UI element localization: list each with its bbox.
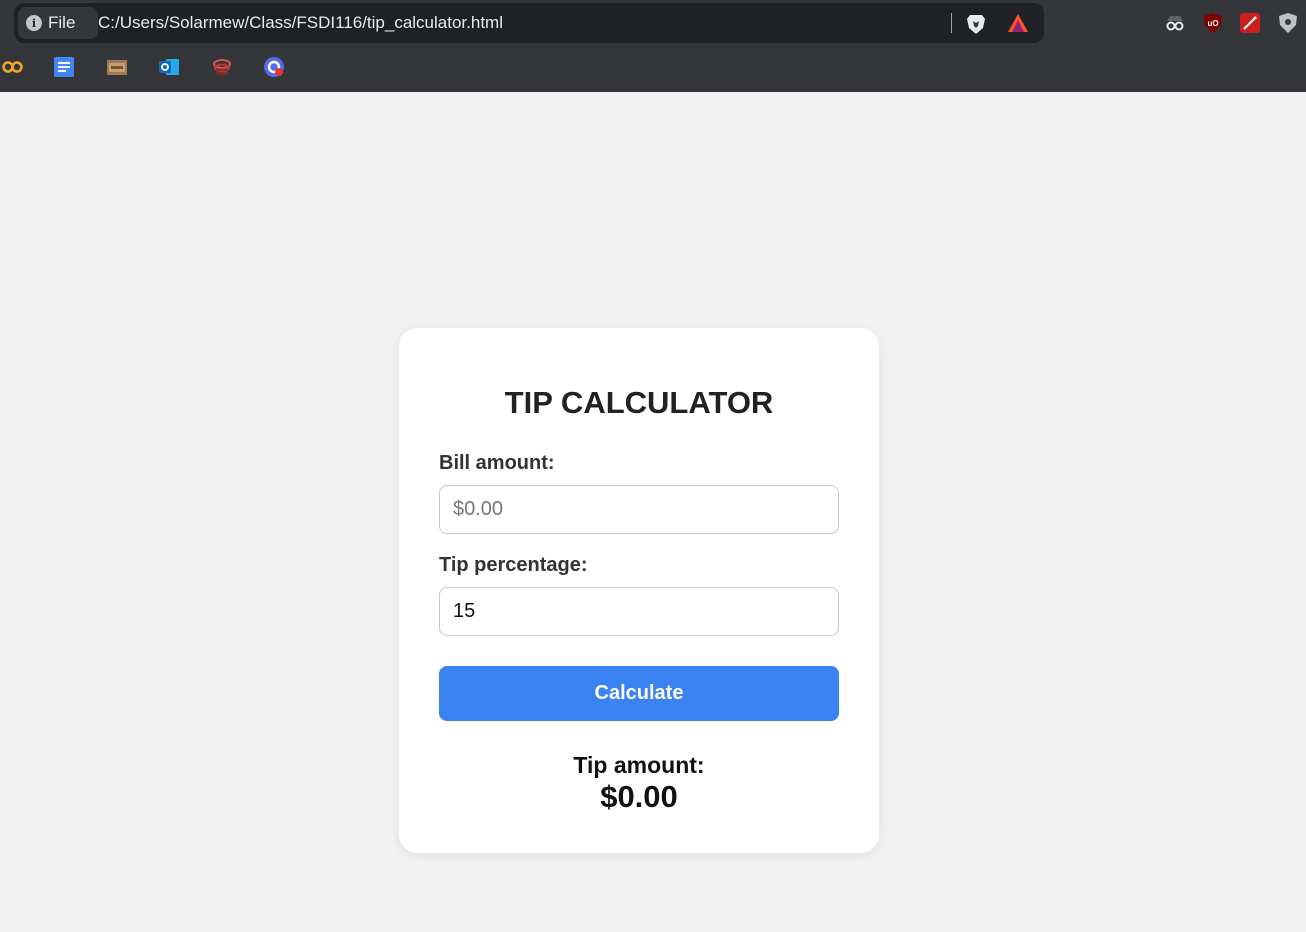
site-info-label: File	[48, 13, 76, 32]
outlook-icon[interactable]	[158, 56, 180, 78]
brave-shields-icon[interactable]	[966, 13, 986, 35]
calculator-card: TIP CALCULATOR Bill amount: Tip percenta…	[399, 328, 879, 853]
omnibox-divider	[951, 13, 952, 33]
tip-percentage-label: Tip percentage:	[439, 554, 588, 576]
bookmarks-bar	[0, 56, 320, 80]
address-bar[interactable]: i File C:/Users/Solarmew/Class/FSDI116/t…	[14, 3, 1044, 43]
google-docs-icon[interactable]	[53, 56, 75, 78]
info-icon: i	[26, 15, 42, 31]
spy-icon[interactable]	[1164, 12, 1186, 34]
calculate-button[interactable]: Calculate	[439, 666, 839, 721]
shield-icon[interactable]	[1277, 12, 1299, 34]
svg-text:uO: uO	[1207, 19, 1218, 28]
page-title: TIP CALCULATOR	[504, 385, 774, 420]
coursera-icon[interactable]	[2, 56, 24, 78]
lego-icon[interactable]	[106, 56, 128, 78]
bill-amount-input[interactable]	[439, 485, 839, 534]
bill-amount-label: Bill amount:	[439, 452, 555, 474]
site-info-chip[interactable]: i File	[18, 7, 98, 39]
brave-rewards-icon[interactable]	[1007, 13, 1029, 33]
tip-percentage-input[interactable]	[439, 587, 839, 636]
page-content: TIP CALCULATOR Bill amount: Tip percenta…	[0, 92, 1306, 932]
browser-toolbar: i File C:/Users/Solarmew/Class/FSDI116/t…	[0, 0, 1306, 92]
url-text[interactable]: C:/Users/Solarmew/Class/FSDI116/tip_calc…	[98, 13, 503, 33]
tip-amount-label: Tip amount:	[573, 752, 705, 778]
ublock-icon[interactable]: uO	[1202, 12, 1224, 34]
magic-wand-icon[interactable]	[1239, 12, 1261, 34]
tip-amount-value: $0.00	[600, 779, 678, 814]
google-icon[interactable]	[263, 56, 285, 78]
app-icon[interactable]	[211, 56, 233, 78]
